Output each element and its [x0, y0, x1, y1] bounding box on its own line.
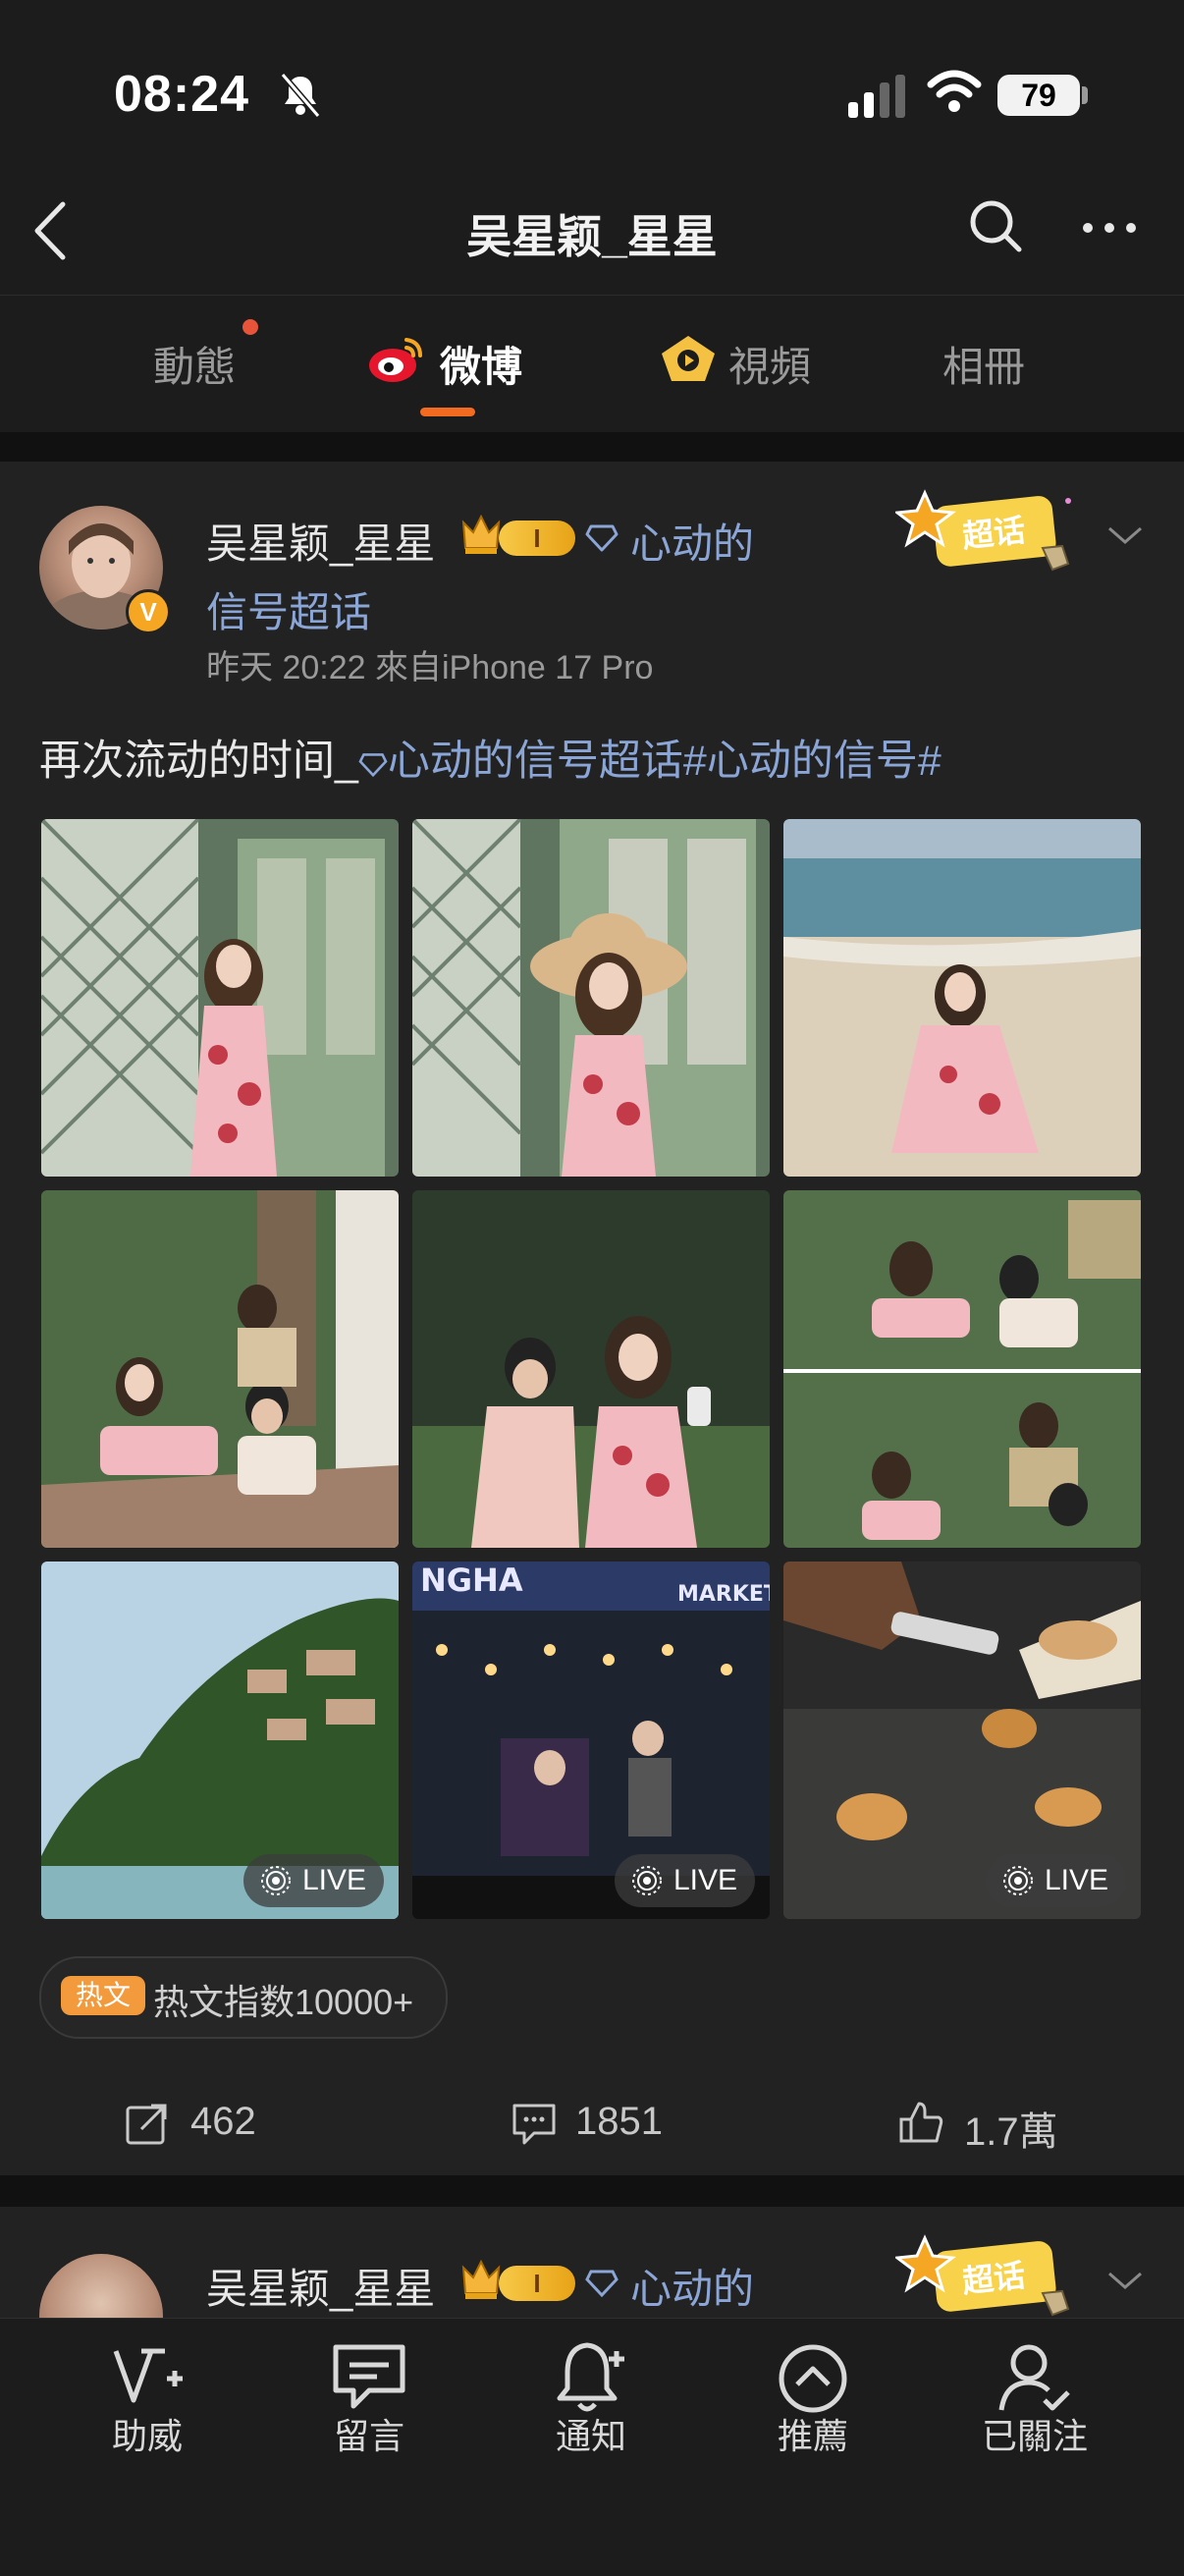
comment-icon[interactable] — [511, 2100, 558, 2147]
hot-index-text: 热文指数10000+ — [153, 1982, 414, 2022]
diamond-icon — [585, 2270, 619, 2297]
supertopic-link[interactable]: 心动的 — [630, 511, 754, 571]
comment-count[interactable]: 1851 — [575, 2100, 663, 2144]
post-username[interactable]: 吴星颖_星星 — [206, 511, 435, 571]
like-count[interactable]: 1.7萬 — [964, 2100, 1058, 2157]
verified-badge-icon: V — [126, 589, 171, 634]
live-label: LIVE — [302, 1864, 367, 1896]
sign-text-2: MARKET — [677, 1582, 770, 1607]
more-icon[interactable] — [1080, 218, 1139, 238]
supertopic-link-cont[interactable]: 信号超话 — [206, 579, 371, 639]
post-card-2[interactable]: 吴星颖_星星 I 心动的 超话 — [0, 2207, 1184, 2325]
message-icon[interactable] — [330, 2339, 408, 2418]
diamond-icon — [585, 524, 619, 552]
post-username[interactable]: 吴星颖_星星 — [206, 2256, 435, 2316]
post-text-plain: 再次流动的时间_ — [39, 738, 358, 785]
post-text: 再次流动的时间_ 心动的信号超话#心动的信号# — [39, 727, 942, 788]
photo-6[interactable] — [783, 1190, 1141, 1548]
sticker-text: 超话 — [960, 512, 1027, 555]
hot-tag: 热文 — [61, 1976, 145, 2015]
video-icon — [662, 336, 715, 381]
photo-4[interactable] — [41, 1190, 399, 1548]
followed-icon[interactable] — [996, 2339, 1074, 2418]
photo-1[interactable] — [41, 819, 399, 1177]
up-arrow-icon[interactable] — [774, 2339, 852, 2418]
like-icon[interactable] — [897, 2100, 944, 2147]
photo-5[interactable] — [412, 1190, 770, 1548]
tab-weibo[interactable]: 微博 — [440, 334, 522, 394]
weibo-logo-icon — [369, 338, 422, 382]
bottom-nav-followed[interactable]: 已關注 — [956, 2408, 1113, 2459]
chevron-down-icon[interactable] — [1105, 2266, 1145, 2295]
supertopic-link[interactable]: 心动的 — [630, 2256, 754, 2316]
cheer-icon[interactable] — [108, 2339, 187, 2418]
active-tab-indicator — [420, 408, 475, 416]
tab-dynamics[interactable]: 動態 — [153, 334, 236, 394]
crown-icon — [461, 2259, 501, 2299]
tab-album[interactable]: 相冊 — [942, 334, 1025, 394]
live-label: LIVE — [673, 1864, 738, 1896]
repost-icon[interactable] — [124, 2100, 171, 2147]
supertopic-sticker[interactable]: 超话 — [895, 487, 1082, 577]
tab-video[interactable]: 視頻 — [728, 334, 811, 394]
rank-badge: I — [499, 2266, 575, 2301]
search-icon[interactable] — [966, 196, 1025, 255]
photo-3[interactable] — [783, 819, 1141, 1177]
section-divider — [0, 2175, 1184, 2207]
signal-icon — [848, 75, 905, 118]
sign-text: NGHA — [420, 1562, 523, 1599]
diamond-icon — [358, 752, 388, 777]
post-meta: 昨天 20:22 來自iPhone 17 Pro — [206, 649, 654, 686]
page-title: 吴星颖_星星 — [466, 211, 718, 262]
photo-7[interactable]: LIVE — [41, 1562, 399, 1919]
chevron-down-icon[interactable] — [1105, 521, 1145, 550]
post-topic-link[interactable]: 心动的信号超话#心动的信号# — [388, 738, 942, 785]
back-chevron-icon[interactable] — [29, 196, 73, 265]
battery-cap — [1082, 86, 1088, 104]
supertopic-sticker[interactable]: 超话 — [895, 2232, 1082, 2323]
avatar[interactable] — [39, 2254, 163, 2325]
bottom-nav-recommend[interactable]: 推薦 — [734, 2408, 891, 2459]
repost-count[interactable]: 462 — [190, 2100, 256, 2144]
battery-level: 79 — [997, 75, 1080, 116]
photo-2[interactable] — [412, 819, 770, 1177]
live-photo-icon — [632, 1866, 662, 1895]
live-label: LIVE — [1045, 1864, 1109, 1896]
bottom-nav-notify[interactable]: 通知 — [512, 2408, 670, 2459]
rank-badge: I — [499, 521, 575, 556]
mute-bell-icon — [280, 73, 321, 118]
bell-icon[interactable] — [552, 2339, 630, 2418]
live-badge: LIVE — [243, 1854, 385, 1907]
photo-9[interactable]: LIVE — [783, 1562, 1141, 1919]
live-badge: LIVE — [986, 1854, 1127, 1907]
photo-8[interactable]: NGHA MARKET LIVE — [412, 1562, 770, 1919]
sticker-text: 超话 — [960, 2257, 1027, 2300]
crown-icon — [461, 514, 501, 554]
live-photo-icon — [1003, 1866, 1033, 1895]
live-badge: LIVE — [615, 1854, 756, 1907]
section-divider — [0, 432, 1184, 462]
bottom-nav-message[interactable]: 留言 — [291, 2408, 448, 2459]
bottom-nav-cheer[interactable]: 助威 — [69, 2408, 226, 2459]
wifi-icon — [927, 70, 982, 112]
new-dot-badge — [242, 319, 258, 335]
status-time: 08:24 — [114, 66, 249, 123]
live-photo-icon — [261, 1866, 291, 1895]
